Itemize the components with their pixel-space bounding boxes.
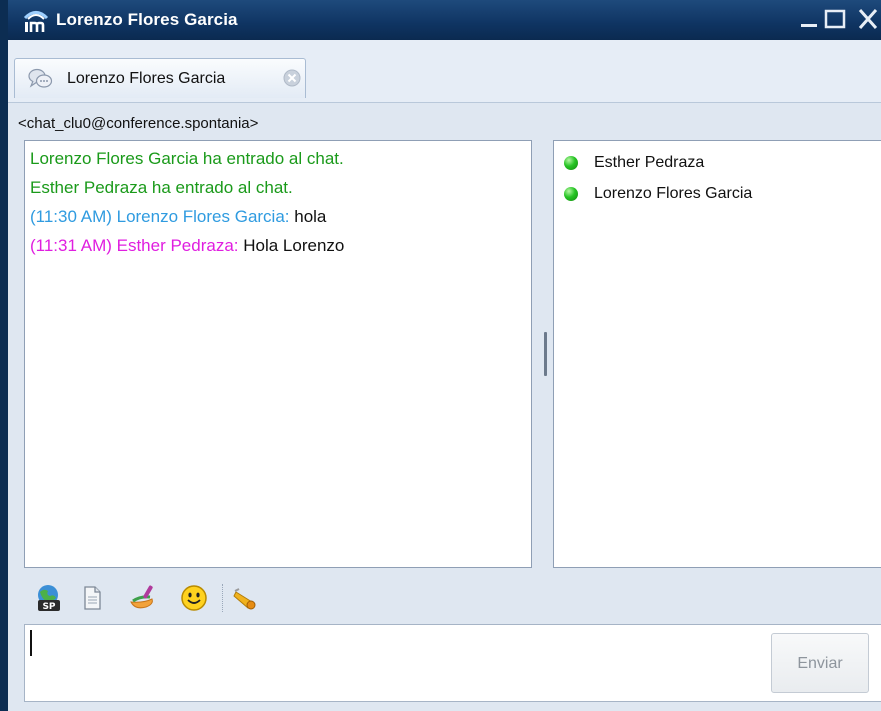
online-status-icon bbox=[564, 156, 578, 170]
chat-message: (11:30 AM) Lorenzo Flores Garcia: hola bbox=[30, 207, 326, 227]
chat-bubbles-icon bbox=[27, 67, 53, 96]
chat-toolbar: SP bbox=[24, 580, 881, 616]
message-body: Hola Lorenzo bbox=[243, 236, 345, 255]
emoticon-icon[interactable] bbox=[178, 582, 210, 614]
chat-transcript[interactable]: Lorenzo Flores Garcia ha entrado al chat… bbox=[24, 140, 532, 568]
share-desktop-icon[interactable]: SP bbox=[34, 582, 66, 614]
maximize-icon[interactable] bbox=[823, 6, 847, 32]
panel-splitter-handle[interactable] bbox=[544, 332, 547, 376]
online-status-icon bbox=[564, 187, 578, 201]
chat-message-system: Esther Pedraza ha entrado al chat. bbox=[30, 178, 293, 197]
message-sender: (11:31 AM) Esther Pedraza: bbox=[30, 236, 244, 255]
tab-label: Lorenzo Flores Garcia bbox=[67, 70, 226, 87]
chat-message-system: Lorenzo Flores Garcia ha entrado al chat… bbox=[30, 149, 344, 168]
participants-list: Esther Pedraza Lorenzo Flores Garcia bbox=[553, 140, 881, 568]
participant-name: Esther Pedraza bbox=[594, 154, 705, 171]
toolbar-separator bbox=[222, 584, 224, 612]
svg-text:SP: SP bbox=[42, 602, 55, 612]
document-icon[interactable] bbox=[76, 582, 108, 614]
title-bar[interactable]: Lorenzo Flores Garcia bbox=[8, 0, 881, 40]
message-input[interactable]: Enviar bbox=[24, 624, 881, 702]
minimize-icon[interactable] bbox=[798, 6, 822, 32]
whiteboard-icon[interactable] bbox=[126, 582, 158, 614]
tab-close-icon[interactable] bbox=[283, 69, 301, 92]
alert-horn-icon[interactable] bbox=[230, 582, 262, 614]
app-logo-icon bbox=[22, 6, 50, 34]
message-sender: (11:30 AM) Lorenzo Flores Garcia: bbox=[30, 207, 295, 226]
message-body: hola bbox=[294, 207, 327, 226]
window-title: Lorenzo Flores Garcia bbox=[56, 10, 238, 29]
participant-name: Lorenzo Flores Garcia bbox=[594, 185, 753, 202]
close-icon[interactable] bbox=[856, 6, 880, 32]
room-address: <chat_clu0@conference.spontania> bbox=[18, 115, 259, 132]
chat-message: (11:31 AM) Esther Pedraza: Hola Lorenzo bbox=[30, 236, 344, 256]
send-button[interactable]: Enviar bbox=[771, 633, 869, 693]
text-cursor bbox=[30, 630, 32, 656]
tab-conversation[interactable]: Lorenzo Flores Garcia bbox=[14, 58, 306, 98]
